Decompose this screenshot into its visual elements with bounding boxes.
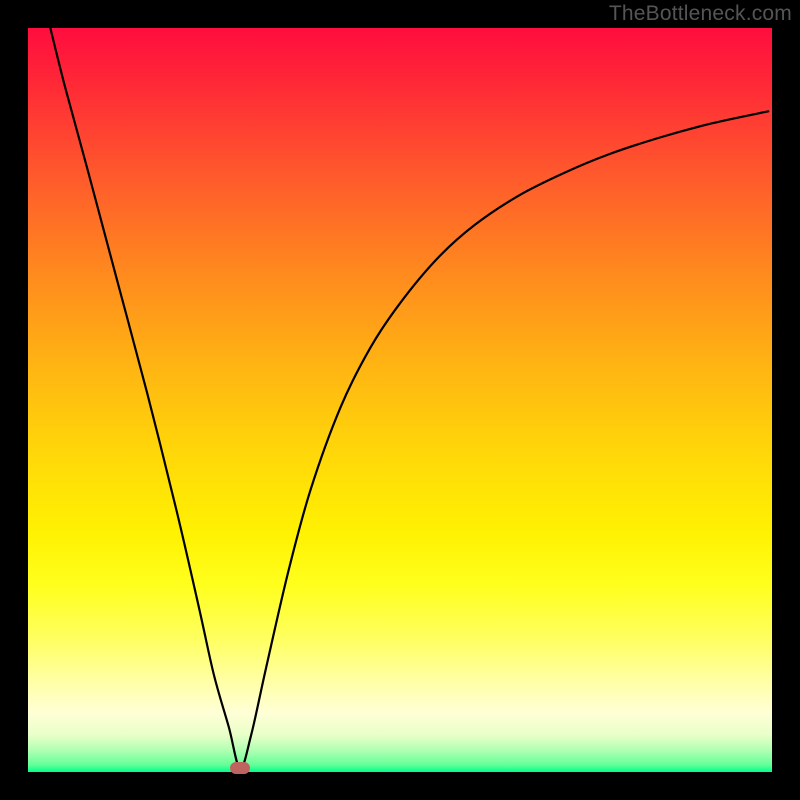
watermark-text: TheBottleneck.com	[609, 2, 792, 26]
bottleneck-curve	[50, 28, 768, 768]
plot-area	[28, 28, 772, 772]
curve-svg	[28, 28, 772, 772]
minimum-marker	[230, 762, 250, 774]
